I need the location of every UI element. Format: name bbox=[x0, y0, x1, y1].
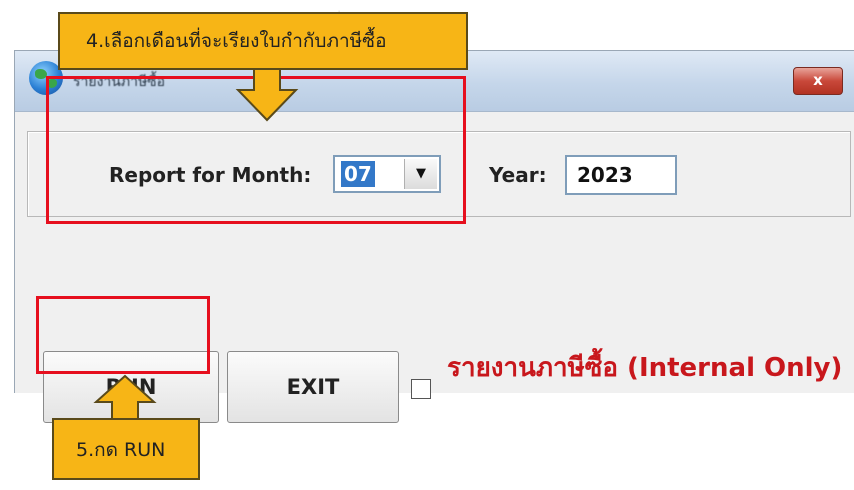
window-title: รายงานภาษีซื้อ bbox=[73, 74, 166, 90]
month-value: 07 bbox=[341, 161, 375, 187]
internal-only-checkbox[interactable] bbox=[411, 379, 431, 399]
down-arrow-callout bbox=[235, 68, 299, 122]
month-label: Report for Month: bbox=[109, 163, 312, 187]
chevron-down-icon[interactable]: ▼ bbox=[404, 159, 437, 189]
year-input[interactable]: 2023 bbox=[565, 155, 677, 195]
report-window: รายงานภาษีซื้อ x Report for Month: 07 ▼ … bbox=[14, 50, 854, 423]
internal-only-label[interactable]: รายงานภาษีซื้อ (Internal Only) bbox=[447, 351, 854, 385]
close-icon[interactable]: x bbox=[793, 67, 843, 95]
month-dropdown[interactable]: 07 ▼ bbox=[333, 155, 441, 193]
exit-button[interactable]: EXIT bbox=[227, 351, 399, 423]
step4-callout: 4.เลือกเดือนที่จะเรียงใบกำกับภาษีซื้อ bbox=[58, 12, 468, 70]
year-label: Year: bbox=[489, 163, 547, 187]
step5-callout: 5.กด RUN bbox=[52, 418, 200, 480]
up-arrow-callout bbox=[93, 374, 157, 421]
